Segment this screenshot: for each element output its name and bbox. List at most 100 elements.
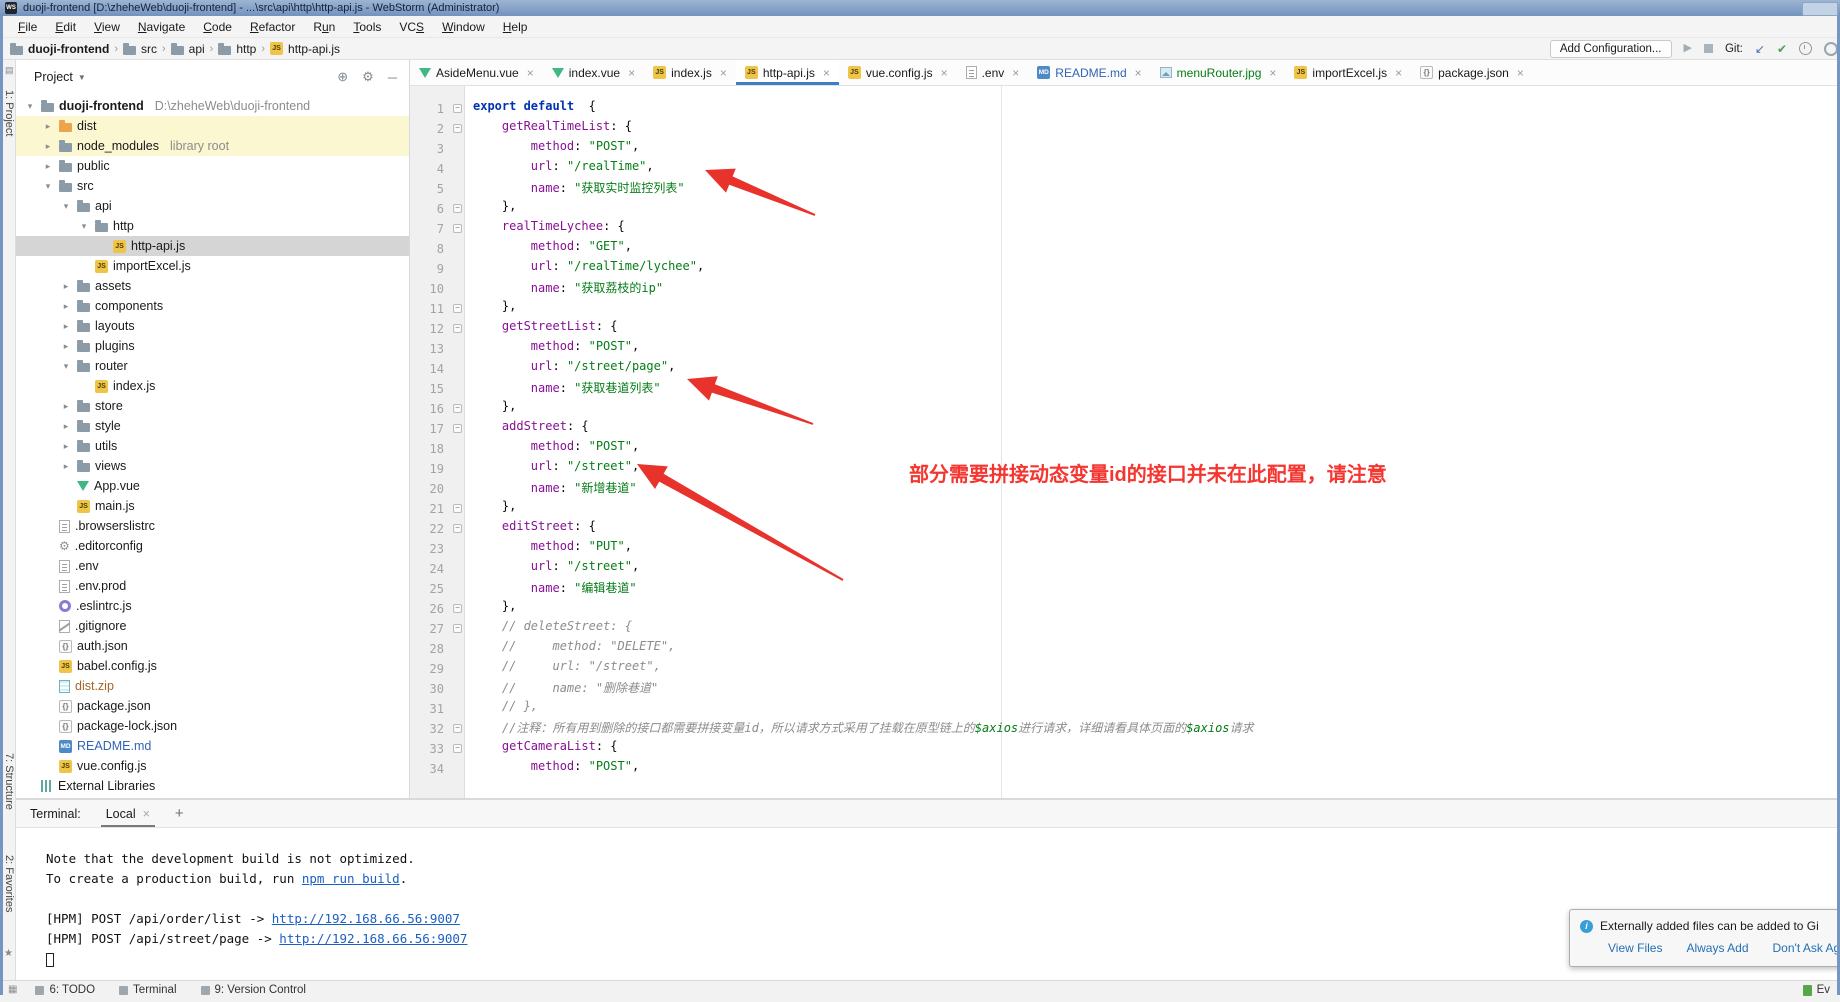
tree-item-http[interactable]: ▾http [16, 216, 409, 236]
breadcrumb-item-http-api.js[interactable]: http-api.js [270, 42, 340, 56]
menu-window[interactable]: Window [434, 18, 493, 36]
tab-.env[interactable]: .env× [957, 60, 1029, 85]
menu-run[interactable]: Run [305, 18, 343, 36]
editor[interactable]: 1−export default {2− getRealTimeList: {3… [410, 86, 1840, 798]
tree-item-assets[interactable]: ▸assets [16, 276, 409, 296]
tree-item-.env[interactable]: .env [16, 556, 409, 576]
chevron-down-icon[interactable]: ▼ [78, 73, 86, 82]
menu-vcs[interactable]: VCS [391, 18, 432, 36]
new-terminal-icon[interactable]: + [175, 805, 184, 822]
hide-panel-icon[interactable]: ─ [388, 70, 397, 85]
tree-item-views[interactable]: ▸views [16, 456, 409, 476]
close-icon[interactable]: × [1135, 66, 1142, 80]
tab-README.md[interactable]: README.md× [1028, 60, 1150, 85]
tree-item-layouts[interactable]: ▸layouts [16, 316, 409, 336]
history-clock-icon[interactable] [1799, 42, 1812, 55]
tree-item-.browserslistrc[interactable]: .browserslistrc [16, 516, 409, 536]
breadcrumb-item-duoji-frontend[interactable]: duoji-frontend [10, 42, 109, 56]
chevron-right-icon[interactable]: ▸ [60, 421, 72, 432]
git-update-icon[interactable]: ↙ [1755, 42, 1765, 56]
toolwindow-switcher-icon[interactable]: ▦ [8, 984, 17, 995]
gear-icon[interactable]: ⚙ [362, 69, 374, 85]
git-commit-icon[interactable]: ✔ [1777, 42, 1787, 56]
chevron-right-icon[interactable]: ▸ [60, 341, 72, 352]
close-icon[interactable]: × [941, 66, 948, 80]
close-icon[interactable]: × [823, 66, 830, 80]
tree-item-App.vue[interactable]: App.vue [16, 476, 409, 496]
close-icon[interactable]: × [1012, 66, 1019, 80]
fold-marker[interactable]: − [453, 724, 462, 733]
chevron-down-icon[interactable]: ▾ [42, 181, 54, 192]
chevron-right-icon[interactable]: ▸ [60, 401, 72, 412]
fold-marker[interactable]: − [453, 604, 462, 613]
tree-item-vue.config.js[interactable]: vue.config.js [16, 756, 409, 776]
chevron-right-icon[interactable]: ▸ [60, 321, 72, 332]
tree-item-http-api.js[interactable]: http-api.js [16, 236, 409, 256]
tree-item-public[interactable]: ▸public [16, 156, 409, 176]
tree-item-importExcel.js[interactable]: importExcel.js [16, 256, 409, 276]
chevron-down-icon[interactable]: ▾ [78, 221, 90, 232]
tree-item-store[interactable]: ▸store [16, 396, 409, 416]
tree-item-index.js[interactable]: index.js [16, 376, 409, 396]
chevron-right-icon[interactable]: ▸ [60, 281, 72, 292]
tree-item-package.json[interactable]: package.json [16, 696, 409, 716]
tree-item-main.js[interactable]: main.js [16, 496, 409, 516]
menu-tools[interactable]: Tools [345, 18, 389, 36]
chevron-right-icon[interactable]: ▸ [42, 141, 54, 152]
fold-marker[interactable]: − [453, 304, 462, 313]
close-icon[interactable]: × [628, 66, 635, 80]
chevron-down-icon[interactable]: ▾ [60, 361, 72, 372]
menu-refactor[interactable]: Refactor [242, 18, 303, 36]
stripe-item-structure[interactable]: 7: Structure [3, 753, 15, 810]
menu-file[interactable]: File [10, 18, 45, 36]
tree-item-components[interactable]: ▸components [16, 296, 409, 316]
terminal-link[interactable]: npm run build [302, 871, 400, 886]
tree-item-router[interactable]: ▾router [16, 356, 409, 376]
fold-marker[interactable]: − [453, 124, 462, 133]
fold-marker[interactable]: − [453, 424, 462, 433]
tree-item-utils[interactable]: ▸utils [16, 436, 409, 456]
tab-index.vue[interactable]: index.vue× [543, 60, 644, 85]
status-6-todo[interactable]: 6: TODO [35, 984, 95, 996]
tree-item-duoji-frontend[interactable]: ▾duoji-frontendD:\zheheWeb\duoji-fronten… [16, 96, 409, 116]
chevron-right-icon[interactable]: ▸ [60, 461, 72, 472]
run-icon[interactable]: ▶ [1684, 43, 1692, 54]
status-9-version-control[interactable]: 9: Version Control [201, 984, 306, 996]
menu-view[interactable]: View [86, 18, 128, 36]
fold-marker[interactable]: − [453, 224, 462, 233]
fold-marker[interactable]: − [453, 404, 462, 413]
tab-package.json[interactable]: package.json× [1411, 60, 1533, 85]
tree-item-dist[interactable]: ▸dist [16, 116, 409, 136]
stripe-item-favorites[interactable]: 2: Favorites [3, 855, 15, 912]
tab-index.js[interactable]: index.js× [644, 60, 736, 85]
terminal-link[interactable]: http://192.168.66.56:9007 [272, 911, 460, 926]
breadcrumb-item-src[interactable]: src [123, 42, 157, 56]
terminal-link[interactable]: http://192.168.66.56:9007 [279, 931, 467, 946]
locate-file-icon[interactable]: ⊕ [337, 69, 348, 85]
chevron-right-icon[interactable]: ▸ [60, 301, 72, 312]
tree-item-README.md[interactable]: README.md [16, 736, 409, 756]
close-icon[interactable]: × [720, 66, 727, 80]
tree-item-api[interactable]: ▾api [16, 196, 409, 216]
tree-item-src[interactable]: ▾src [16, 176, 409, 196]
event-log-item[interactable]: Ev [1803, 984, 1830, 996]
menu-code[interactable]: Code [195, 18, 240, 36]
fold-marker[interactable]: − [453, 624, 462, 633]
notification-link-always-add[interactable]: Always Add [1686, 941, 1748, 955]
tree-item-.eslintrc.js[interactable]: .eslintrc.js [16, 596, 409, 616]
close-icon[interactable]: × [1395, 66, 1402, 80]
fold-marker[interactable]: − [453, 524, 462, 533]
tab-http-api.js[interactable]: http-api.js× [736, 60, 839, 85]
notification-link-don-t-ask-agai[interactable]: Don't Ask Agai [1773, 941, 1840, 955]
close-icon[interactable]: × [143, 807, 150, 821]
favorites-star-icon[interactable]: ★ [4, 948, 13, 959]
chevron-right-icon[interactable]: ▸ [60, 441, 72, 452]
tree-item-plugins[interactable]: ▸plugins [16, 336, 409, 356]
close-icon[interactable]: × [1517, 66, 1524, 80]
fold-marker[interactable]: − [453, 104, 462, 113]
tree-item-.gitignore[interactable]: .gitignore [16, 616, 409, 636]
project-panel-title[interactable]: Project [34, 70, 73, 84]
search-icon[interactable] [1824, 42, 1838, 56]
menu-edit[interactable]: Edit [47, 18, 84, 36]
close-icon[interactable]: × [527, 66, 534, 80]
